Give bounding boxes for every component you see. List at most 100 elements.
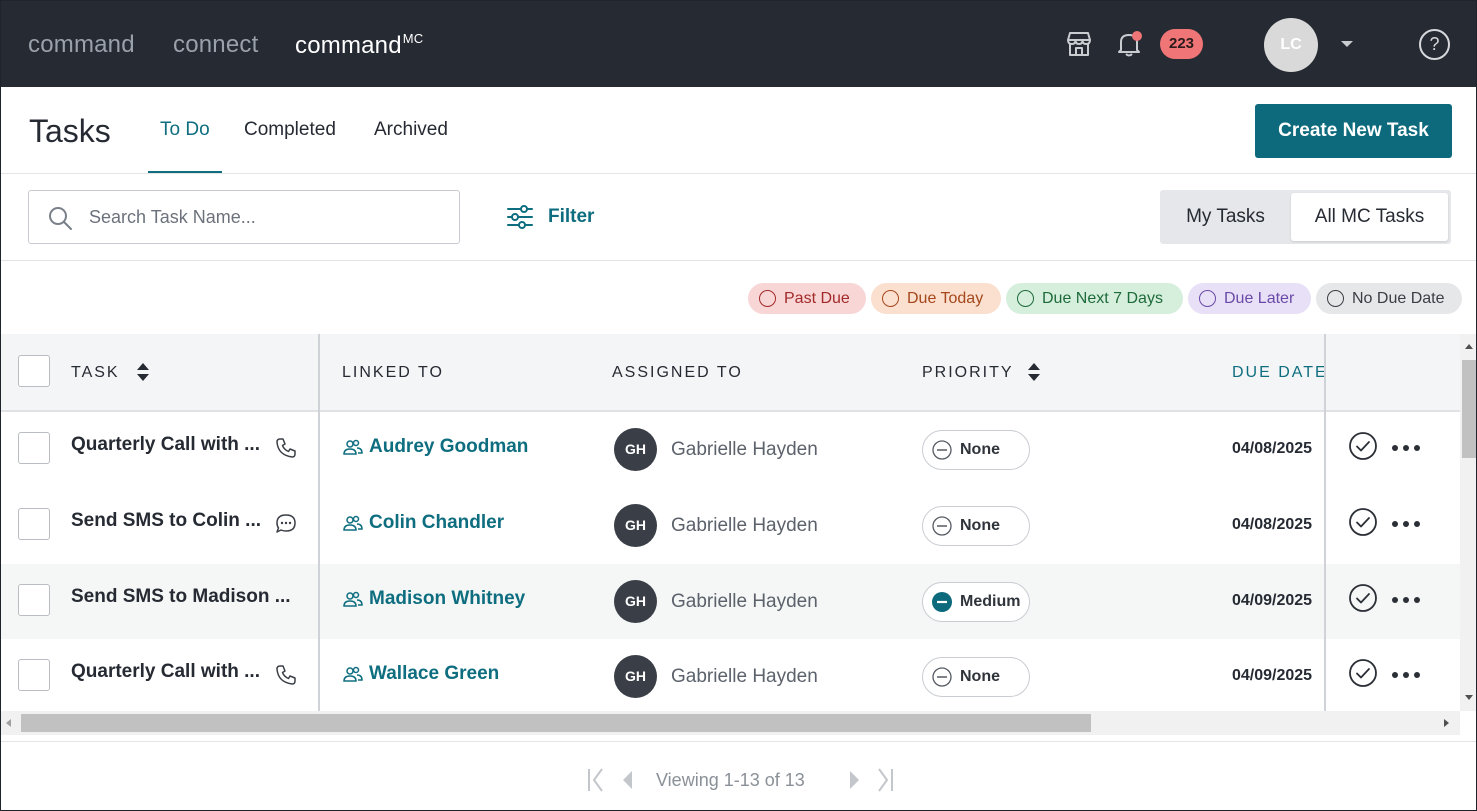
- more-options-icon[interactable]: [1391, 671, 1421, 679]
- more-options-icon[interactable]: [1391, 520, 1421, 528]
- tab-to-do[interactable]: To Do: [160, 119, 210, 141]
- contacts-icon: [343, 591, 363, 607]
- row-checkbox[interactable]: [18, 508, 50, 540]
- select-all-checkbox[interactable]: [18, 355, 50, 387]
- help-icon[interactable]: ?: [1419, 29, 1450, 60]
- filter-button[interactable]: Filter: [506, 203, 594, 231]
- legend-label: Due Today: [907, 289, 984, 307]
- linked-contact[interactable]: Audrey Goodman: [343, 436, 528, 458]
- task-name[interactable]: Send SMS to Colin ...: [71, 510, 261, 532]
- status-circle-icon: [1327, 290, 1344, 307]
- first-page-icon[interactable]: [586, 767, 608, 793]
- scroll-left-arrow-icon[interactable]: [6, 719, 11, 727]
- legend-due-later: Due Later: [1188, 283, 1311, 314]
- table-row[interactable]: Quarterly Call with ... Audrey Goodman G…: [1, 412, 1460, 488]
- horizontal-scrollbar[interactable]: [1, 711, 1460, 735]
- legend-label: Due Later: [1224, 289, 1295, 307]
- user-avatar[interactable]: LC: [1264, 18, 1318, 72]
- more-options-icon[interactable]: [1391, 596, 1421, 604]
- due-date: 04/08/2025: [1232, 440, 1313, 457]
- assignee-name: Gabrielle Hayden: [671, 439, 818, 460]
- complete-check-icon[interactable]: [1348, 431, 1378, 461]
- previous-page-icon[interactable]: [617, 767, 639, 793]
- scroll-up-arrow-icon[interactable]: [1465, 344, 1473, 349]
- nav-command-link[interactable]: command: [28, 31, 135, 59]
- priority-none-icon: [932, 516, 952, 536]
- linked-contact[interactable]: Madison Whitney: [343, 588, 525, 610]
- legend-label: Past Due: [784, 289, 850, 307]
- horizontal-scroll-thumb[interactable]: [21, 714, 1091, 732]
- nav-commandmc-link[interactable]: commandMC: [295, 31, 423, 60]
- column-header-priority[interactable]: PRIORITY: [922, 364, 1014, 382]
- due-date: 04/09/2025: [1232, 667, 1313, 684]
- linked-contact-name: Madison Whitney: [369, 588, 526, 609]
- table-row[interactable]: Send SMS to Colin ... Colin Chandler GH …: [1, 488, 1460, 564]
- frozen-column-divider: [318, 334, 320, 711]
- vertical-scroll-thumb[interactable]: [1462, 360, 1476, 458]
- row-checkbox[interactable]: [18, 659, 50, 691]
- task-name[interactable]: Quarterly Call with ...: [71, 434, 260, 456]
- nav-connect-link[interactable]: connect: [173, 31, 258, 59]
- notification-count-badge[interactable]: 223: [1160, 29, 1203, 59]
- column-header-linked-to: LINKED TO: [342, 364, 444, 381]
- row-checkbox[interactable]: [18, 432, 50, 464]
- linked-contact-name: Audrey Goodman: [369, 436, 529, 457]
- tab-archived[interactable]: Archived: [374, 119, 448, 141]
- legend-past-due: Past Due: [748, 283, 866, 314]
- create-new-task-button[interactable]: Create New Task: [1255, 104, 1452, 158]
- assignee-avatar: GH: [614, 580, 657, 623]
- nav-commandmc-label: command: [295, 32, 402, 59]
- notification-dot: [1132, 31, 1142, 41]
- status-circle-icon: [1199, 290, 1216, 307]
- task-name[interactable]: Quarterly Call with ...: [71, 661, 260, 683]
- more-options-icon[interactable]: [1391, 444, 1421, 452]
- status-circle-icon: [759, 290, 776, 307]
- priority-pill[interactable]: None: [922, 506, 1030, 546]
- task-name[interactable]: Send SMS to Madison ...: [71, 586, 291, 608]
- sort-icon[interactable]: [136, 362, 150, 382]
- status-circle-icon: [882, 290, 899, 307]
- priority-pill[interactable]: None: [922, 430, 1030, 470]
- legend-label: No Due Date: [1352, 289, 1445, 307]
- user-menu-chevron-down-icon[interactable]: [1341, 41, 1353, 47]
- search-input[interactable]: [89, 205, 429, 229]
- legend-label: Due Next 7 Days: [1042, 289, 1163, 307]
- task-scope-toggle: My Tasks All MC Tasks: [1160, 190, 1451, 244]
- complete-check-icon[interactable]: [1348, 507, 1378, 537]
- priority-label: None: [960, 441, 1000, 458]
- table-row[interactable]: Send SMS to Madison ... Madison Whitney …: [1, 564, 1460, 640]
- linked-contact[interactable]: Colin Chandler: [343, 512, 504, 534]
- assignee-avatar: GH: [614, 428, 657, 471]
- assignee-name: Gabrielle Hayden: [671, 591, 818, 612]
- tab-completed[interactable]: Completed: [244, 119, 336, 141]
- complete-check-icon[interactable]: [1348, 658, 1378, 688]
- divider: [1, 173, 1476, 174]
- last-page-icon[interactable]: [873, 767, 895, 793]
- search-icon: [49, 207, 72, 230]
- all-mc-tasks-toggle[interactable]: All MC Tasks: [1291, 193, 1448, 241]
- row-checkbox[interactable]: [18, 584, 50, 616]
- complete-check-icon[interactable]: [1348, 583, 1378, 613]
- table-row[interactable]: Quarterly Call with ... Wallace Green GH…: [1, 639, 1460, 711]
- scroll-down-arrow-icon[interactable]: [1465, 695, 1473, 700]
- priority-pill[interactable]: None: [922, 657, 1030, 697]
- filter-label: Filter: [548, 206, 595, 227]
- column-header-due-date[interactable]: DUE DATE: [1232, 364, 1325, 382]
- priority-none-icon: [932, 667, 952, 687]
- table-header: TASK LINKED TO ASSIGNED TO PRIORITY DUE …: [1, 334, 1460, 412]
- column-header-task[interactable]: TASK: [71, 364, 120, 382]
- linked-contact[interactable]: Wallace Green: [343, 663, 499, 685]
- priority-pill[interactable]: Medium: [922, 582, 1030, 622]
- my-tasks-toggle[interactable]: My Tasks: [1160, 190, 1291, 244]
- contacts-icon: [343, 515, 363, 531]
- storefront-icon[interactable]: [1064, 29, 1094, 59]
- contacts-icon: [343, 666, 363, 682]
- sort-icon[interactable]: [1027, 362, 1041, 382]
- assignee-avatar: GH: [614, 655, 657, 698]
- top-nav: command connect commandMC 223 LC ?: [1, 1, 1476, 87]
- legend-no-due-date: No Due Date: [1316, 283, 1462, 314]
- linked-contact-name: Wallace Green: [369, 663, 500, 684]
- vertical-scrollbar[interactable]: [1460, 334, 1476, 711]
- next-page-icon[interactable]: [843, 767, 865, 793]
- scroll-right-arrow-icon[interactable]: [1444, 719, 1449, 727]
